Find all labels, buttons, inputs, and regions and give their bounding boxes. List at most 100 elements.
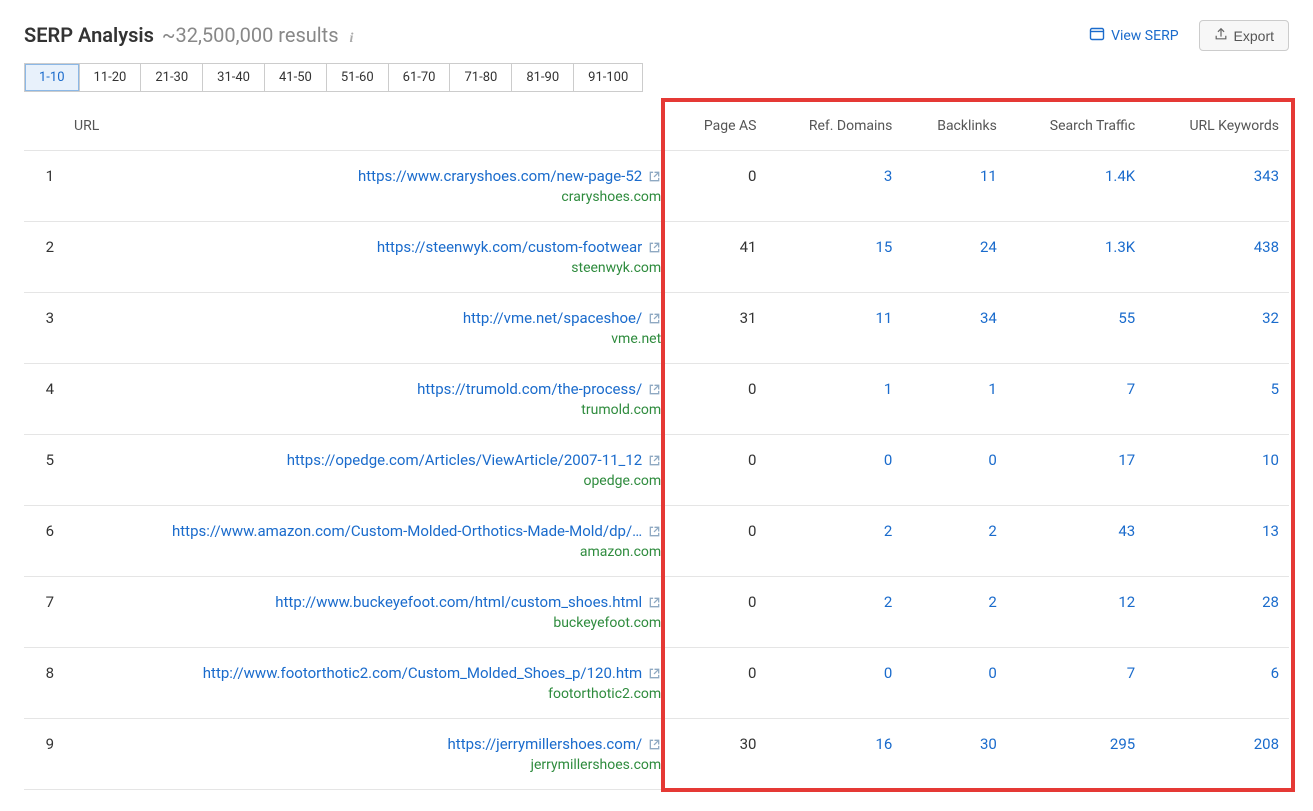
result-url-text: https://jerrymillershoes.com/ <box>448 735 643 753</box>
result-url-link[interactable]: http://vme.net/spaceshoe/ <box>463 309 661 327</box>
search-traffic-cell[interactable]: 7 <box>1127 664 1135 682</box>
ref-domains-cell[interactable]: 2 <box>884 522 892 540</box>
col-search-traffic-header[interactable]: Search Traffic <box>1007 104 1145 151</box>
result-domain: amazon.com <box>74 544 661 560</box>
col-page-as-header[interactable]: Page AS <box>671 104 766 151</box>
backlinks-cell[interactable]: 1 <box>988 380 996 398</box>
search-traffic-cell[interactable]: 295 <box>1110 735 1135 753</box>
backlinks-cell[interactable]: 0 <box>988 451 996 469</box>
view-serp-link[interactable]: View SERP <box>1089 26 1178 46</box>
search-traffic-cell[interactable]: 12 <box>1118 593 1135 611</box>
table-row: 5 https://opedge.com/Articles/ViewArticle… <box>24 435 1289 506</box>
search-traffic-cell[interactable]: 17 <box>1118 451 1135 469</box>
rank-cell: 8 <box>24 648 64 719</box>
range-tab-71-80[interactable]: 71-80 <box>450 64 512 91</box>
page-as-cell: 0 <box>671 364 766 435</box>
backlinks-cell[interactable]: 34 <box>980 309 997 327</box>
result-url-link[interactable]: https://www.amazon.com/Custom-Molded-Ort… <box>172 522 661 540</box>
external-link-icon <box>648 312 661 325</box>
result-domain: footorthotic2.com <box>74 686 661 702</box>
table-row: 7http://www.buckeyefoot.com/html/custom_… <box>24 577 1289 648</box>
rank-cell: 6 <box>24 506 64 577</box>
url-keywords-cell[interactable]: 208 <box>1254 735 1279 753</box>
col-url-keywords-header[interactable]: URL Keywords <box>1145 104 1289 151</box>
rank-cell: 9 <box>24 719 64 790</box>
range-tab-61-70[interactable]: 61-70 <box>389 64 451 91</box>
ref-domains-cell[interactable]: 15 <box>875 238 892 256</box>
url-cell: https://opedge.com/Articles/ViewArticle/… <box>64 435 671 506</box>
page-as-cell: 0 <box>671 506 766 577</box>
table-row: 1https://www.craryshoes.com/new-page-52c… <box>24 151 1289 222</box>
col-ref-domains-header[interactable]: Ref. Domains <box>766 104 902 151</box>
search-traffic-cell[interactable]: 55 <box>1118 309 1135 327</box>
col-url-header[interactable]: URL <box>64 104 671 151</box>
result-domain: opedge.com <box>74 473 661 489</box>
external-link-icon <box>648 667 661 680</box>
url-keywords-cell[interactable]: 6 <box>1271 664 1279 682</box>
backlinks-cell[interactable]: 30 <box>980 735 997 753</box>
table-row: 3http://vme.net/spaceshoe/vme.net3111345… <box>24 293 1289 364</box>
result-url-link[interactable]: https://opedge.com/Articles/ViewArticle/… <box>287 451 661 469</box>
info-icon[interactable]: i <box>347 30 357 48</box>
view-serp-label: View SERP <box>1111 28 1178 44</box>
result-url-text: https://www.craryshoes.com/new-page-52 <box>358 167 642 185</box>
backlinks-cell[interactable]: 11 <box>980 167 997 185</box>
rank-cell: 5 <box>24 435 64 506</box>
url-keywords-cell[interactable]: 32 <box>1262 309 1279 327</box>
url-cell: http://vme.net/spaceshoe/vme.net <box>64 293 671 364</box>
url-keywords-cell[interactable]: 343 <box>1254 167 1279 185</box>
backlinks-cell[interactable]: 2 <box>988 522 996 540</box>
external-link-icon <box>648 596 661 609</box>
result-url-text: http://www.buckeyefoot.com/html/custom_s… <box>275 593 642 611</box>
range-tab-1-10[interactable]: 1-10 <box>25 64 80 91</box>
result-url-link[interactable]: https://trumold.com/the-process/ <box>417 380 661 398</box>
export-button[interactable]: Export <box>1199 20 1289 51</box>
ref-domains-cell[interactable]: 2 <box>884 593 892 611</box>
result-url-link[interactable]: http://www.buckeyefoot.com/html/custom_s… <box>275 593 661 611</box>
backlinks-cell[interactable]: 24 <box>980 238 997 256</box>
range-tab-11-20[interactable]: 11-20 <box>80 64 142 91</box>
rank-cell: 2 <box>24 222 64 293</box>
url-cell: https://www.amazon.com/Custom-Molded-Ort… <box>64 506 671 577</box>
range-tab-31-40[interactable]: 31-40 <box>203 64 265 91</box>
ref-domains-cell[interactable]: 11 <box>875 309 892 327</box>
result-url-text: https://opedge.com/Articles/ViewArticle/… <box>287 451 642 469</box>
result-url-link[interactable]: https://www.craryshoes.com/new-page-52 <box>358 167 661 185</box>
url-keywords-cell[interactable]: 10 <box>1262 451 1279 469</box>
ref-domains-cell[interactable]: 0 <box>884 451 892 469</box>
range-tab-51-60[interactable]: 51-60 <box>327 64 389 91</box>
url-keywords-cell[interactable]: 13 <box>1262 522 1279 540</box>
col-backlinks-header[interactable]: Backlinks <box>902 104 1007 151</box>
result-url-link[interactable]: https://jerrymillershoes.com/ <box>448 735 662 753</box>
url-keywords-cell[interactable]: 28 <box>1262 593 1279 611</box>
ref-domains-cell[interactable]: 1 <box>884 380 892 398</box>
url-keywords-cell[interactable]: 438 <box>1254 238 1279 256</box>
range-tab-21-30[interactable]: 21-30 <box>141 64 203 91</box>
ref-domains-cell[interactable]: 0 <box>884 664 892 682</box>
range-tab-91-100[interactable]: 91-100 <box>574 64 642 91</box>
ref-domains-cell[interactable]: 3 <box>884 167 892 185</box>
external-link-icon <box>648 738 661 751</box>
table-wrap: URL Page AS Ref. Domains Backlinks Searc… <box>24 104 1289 790</box>
page-as-cell: 41 <box>671 222 766 293</box>
table-header-row: URL Page AS Ref. Domains Backlinks Searc… <box>24 104 1289 151</box>
search-traffic-cell[interactable]: 43 <box>1118 522 1135 540</box>
table-row: 2https://steenwyk.com/custom-footwearste… <box>24 222 1289 293</box>
url-keywords-cell[interactable]: 5 <box>1271 380 1279 398</box>
range-tabs: 1-1011-2021-3031-4041-5051-6061-7071-808… <box>24 63 643 92</box>
range-tab-41-50[interactable]: 41-50 <box>265 64 327 91</box>
backlinks-cell[interactable]: 2 <box>988 593 996 611</box>
ref-domains-cell[interactable]: 16 <box>875 735 892 753</box>
backlinks-cell[interactable]: 0 <box>988 664 996 682</box>
url-cell: https://steenwyk.com/custom-footwearstee… <box>64 222 671 293</box>
search-traffic-cell[interactable]: 1.4K <box>1105 167 1135 185</box>
range-tab-81-90[interactable]: 81-90 <box>512 64 574 91</box>
search-traffic-cell[interactable]: 7 <box>1127 380 1135 398</box>
url-cell: http://www.buckeyefoot.com/html/custom_s… <box>64 577 671 648</box>
result-url-text: http://www.footorthotic2.com/Custom_Mold… <box>203 664 642 682</box>
result-domain: vme.net <box>74 331 661 347</box>
result-domain: trumold.com <box>74 402 661 418</box>
result-url-link[interactable]: http://www.footorthotic2.com/Custom_Mold… <box>203 664 661 682</box>
search-traffic-cell[interactable]: 1.3K <box>1105 238 1135 256</box>
result-url-link[interactable]: https://steenwyk.com/custom-footwear <box>377 238 661 256</box>
